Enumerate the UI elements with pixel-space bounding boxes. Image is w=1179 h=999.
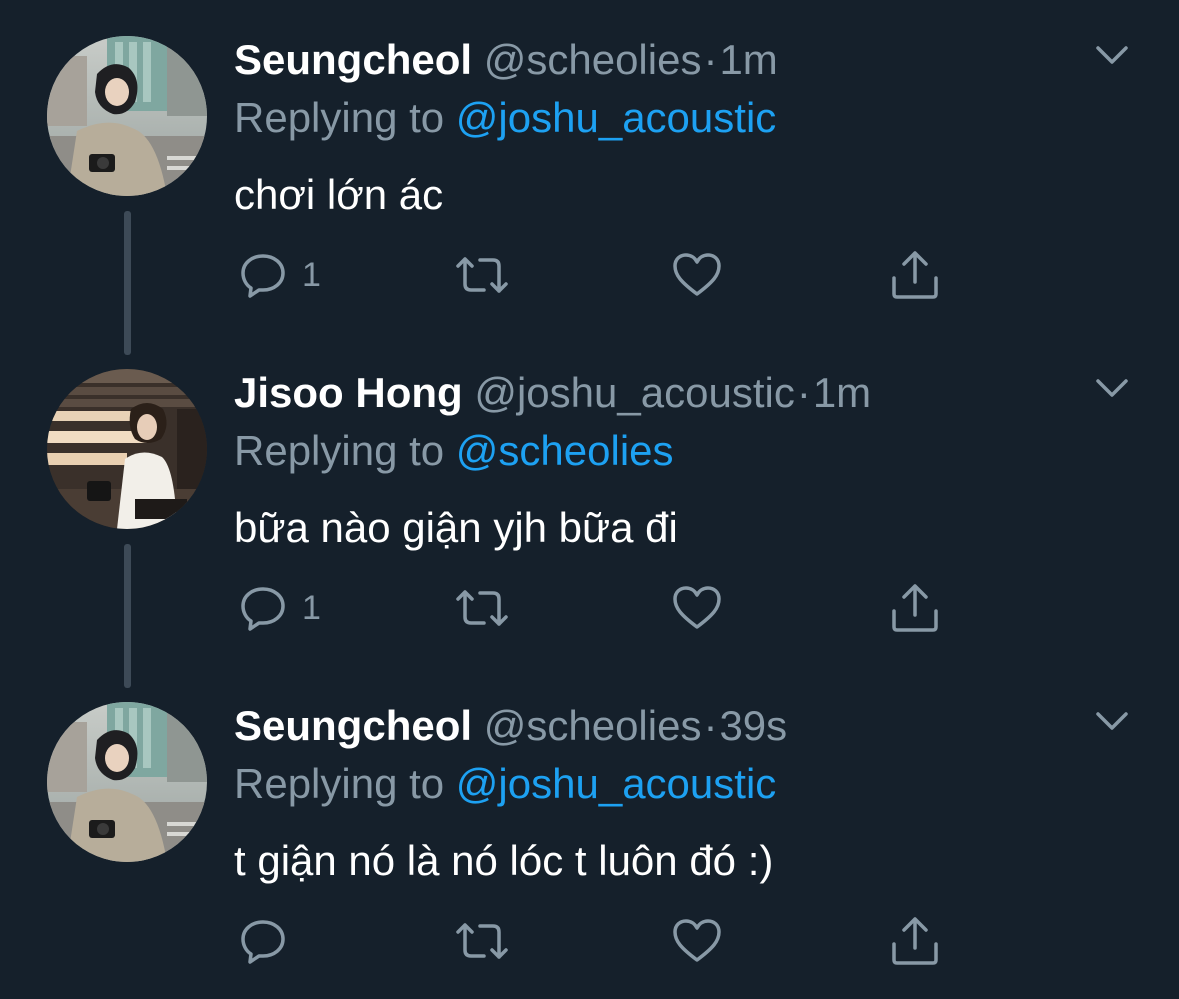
chevron-down-icon[interactable] xyxy=(1092,40,1132,70)
display-name[interactable]: Seungcheol xyxy=(234,702,472,749)
retweet-button[interactable] xyxy=(452,248,512,302)
avatar[interactable] xyxy=(47,36,207,196)
like-button[interactable] xyxy=(671,248,723,302)
user-handle[interactable]: @scheolies xyxy=(484,702,702,749)
like-button[interactable] xyxy=(671,581,723,635)
separator-dot: · xyxy=(703,36,718,83)
share-button[interactable] xyxy=(888,914,942,968)
tweet[interactable]: Jisoo Hong @joshu_acoustic·1m Replying t… xyxy=(0,333,1179,688)
replying-to: Replying to @joshu_acoustic xyxy=(234,90,776,146)
timestamp[interactable]: 1m xyxy=(813,369,871,416)
share-icon xyxy=(888,248,942,302)
heart-icon xyxy=(671,583,723,633)
reply-icon xyxy=(238,916,288,966)
reply-icon xyxy=(238,250,288,300)
like-button[interactable] xyxy=(671,914,723,968)
separator-dot: · xyxy=(796,369,811,416)
tweet-header: Jisoo Hong @joshu_acoustic·1m xyxy=(234,365,871,421)
reply-button[interactable]: 1 xyxy=(238,581,321,635)
tweet[interactable]: Seungcheol @scheolies·39s Replying to @j… xyxy=(0,666,1179,999)
tweet-actions xyxy=(238,914,958,968)
separator-dot: · xyxy=(703,702,718,749)
timestamp[interactable]: 39s xyxy=(719,702,787,749)
tweet-header: Seungcheol @scheolies·39s xyxy=(234,698,787,754)
tweet-actions: 1 xyxy=(238,248,958,302)
retweet-icon xyxy=(452,916,512,966)
tweet[interactable]: Seungcheol @scheolies·1m Replying to @jo… xyxy=(0,0,1179,355)
replying-to-label: Replying to xyxy=(234,760,445,807)
tweet-actions: 1 xyxy=(238,581,958,635)
tweet-text: chơi lớn ác xyxy=(234,171,444,218)
reply-button[interactable] xyxy=(238,914,302,968)
mention-link[interactable]: @joshu_acoustic xyxy=(456,94,776,141)
retweet-icon xyxy=(452,250,512,300)
mention-link[interactable]: @scheolies xyxy=(456,427,674,474)
replying-to-label: Replying to xyxy=(234,427,445,474)
share-icon xyxy=(888,581,942,635)
user-handle[interactable]: @scheolies xyxy=(484,36,702,83)
avatar[interactable] xyxy=(47,369,207,529)
share-icon xyxy=(888,914,942,968)
retweet-button[interactable] xyxy=(452,914,512,968)
replying-to: Replying to @scheolies xyxy=(234,423,674,479)
avatar[interactable] xyxy=(47,702,207,862)
display-name[interactable]: Seungcheol xyxy=(234,36,472,83)
reply-count: 1 xyxy=(302,256,321,294)
tweet-text: bữa nào giận yjh bữa đi xyxy=(234,504,678,551)
retweet-icon xyxy=(452,583,512,633)
tweet-text: t giận nó là nó lóc t luôn đó :) xyxy=(234,837,774,884)
reply-count: 1 xyxy=(302,589,321,627)
retweet-button[interactable] xyxy=(452,581,512,635)
timestamp[interactable]: 1m xyxy=(719,36,777,83)
tweet-header: Seungcheol @scheolies·1m xyxy=(234,32,778,88)
replying-to-label: Replying to xyxy=(234,94,445,141)
display-name[interactable]: Jisoo Hong xyxy=(234,369,463,416)
chevron-down-icon[interactable] xyxy=(1092,706,1132,736)
heart-icon xyxy=(671,916,723,966)
share-button[interactable] xyxy=(888,248,942,302)
heart-icon xyxy=(671,250,723,300)
chevron-down-icon[interactable] xyxy=(1092,373,1132,403)
replying-to: Replying to @joshu_acoustic xyxy=(234,756,776,812)
reply-icon xyxy=(238,583,288,633)
share-button[interactable] xyxy=(888,581,942,635)
user-handle[interactable]: @joshu_acoustic xyxy=(474,369,794,416)
reply-button[interactable]: 1 xyxy=(238,248,321,302)
mention-link[interactable]: @joshu_acoustic xyxy=(456,760,776,807)
